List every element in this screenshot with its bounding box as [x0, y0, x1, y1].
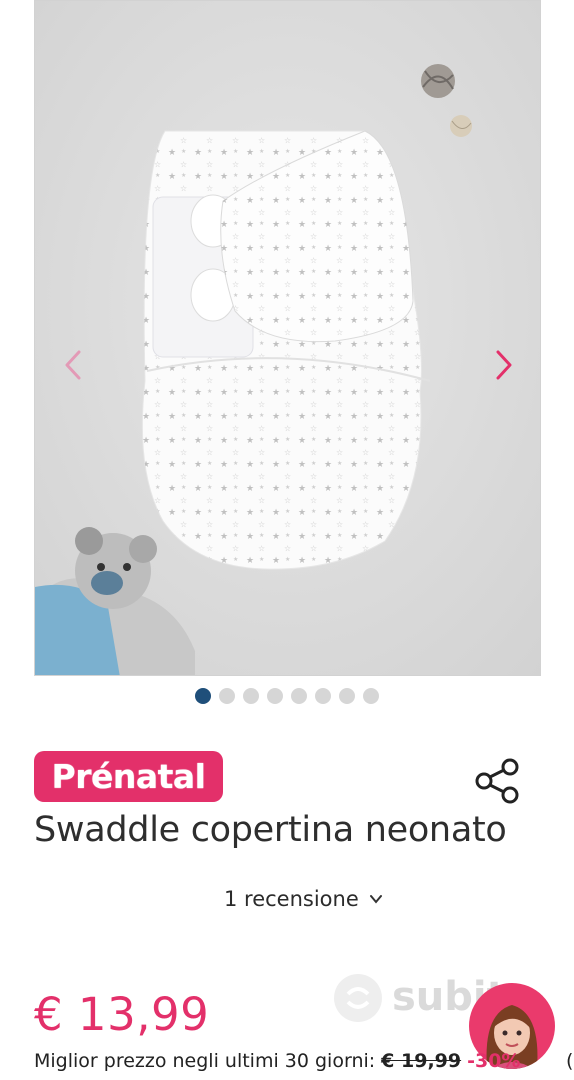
gallery-dot-7[interactable]: [339, 688, 355, 704]
best-price-label: Miglior prezzo negli ultimi 30 giorni:: [34, 1050, 376, 1072]
reviews-toggle[interactable]: 1 recensione: [224, 887, 383, 911]
price-info-trailing: (: [566, 1050, 574, 1072]
gallery-dot-1[interactable]: [195, 688, 211, 704]
gallery-dot-6[interactable]: [315, 688, 331, 704]
chevron-left-icon: [65, 350, 81, 380]
best-price-info: Miglior prezzo negli ultimi 30 giorni: € …: [34, 1050, 520, 1072]
share-button[interactable]: [474, 757, 522, 805]
current-price: € 13,99: [34, 988, 210, 1041]
review-count-label: 1 recensione: [224, 887, 359, 911]
gallery-next-button[interactable]: [486, 345, 522, 385]
chevron-down-icon: [369, 895, 382, 904]
gallery-dot-5[interactable]: [291, 688, 307, 704]
product-photo: ★ ☆ ★ ★★★★★: [35, 1, 540, 675]
gallery-dot-4[interactable]: [267, 688, 283, 704]
discount-percent: -30%: [467, 1050, 521, 1072]
gallery-pagination: [0, 688, 574, 706]
brand-name: Prénatal: [51, 757, 206, 796]
brand-logo[interactable]: Prénatal: [34, 751, 223, 802]
gallery-prev-button[interactable]: [55, 345, 91, 385]
product-title: Swaddle copertina neonato: [34, 810, 507, 850]
chevron-right-icon: [496, 350, 512, 380]
gallery-dot-2[interactable]: [219, 688, 235, 704]
gallery-dot-3[interactable]: [243, 688, 259, 704]
share-icon: [475, 758, 519, 804]
old-price: € 19,99: [381, 1050, 462, 1072]
product-image-gallery[interactable]: ★ ☆ ★ ★★★★★: [34, 0, 541, 676]
gallery-dot-8[interactable]: [363, 688, 379, 704]
